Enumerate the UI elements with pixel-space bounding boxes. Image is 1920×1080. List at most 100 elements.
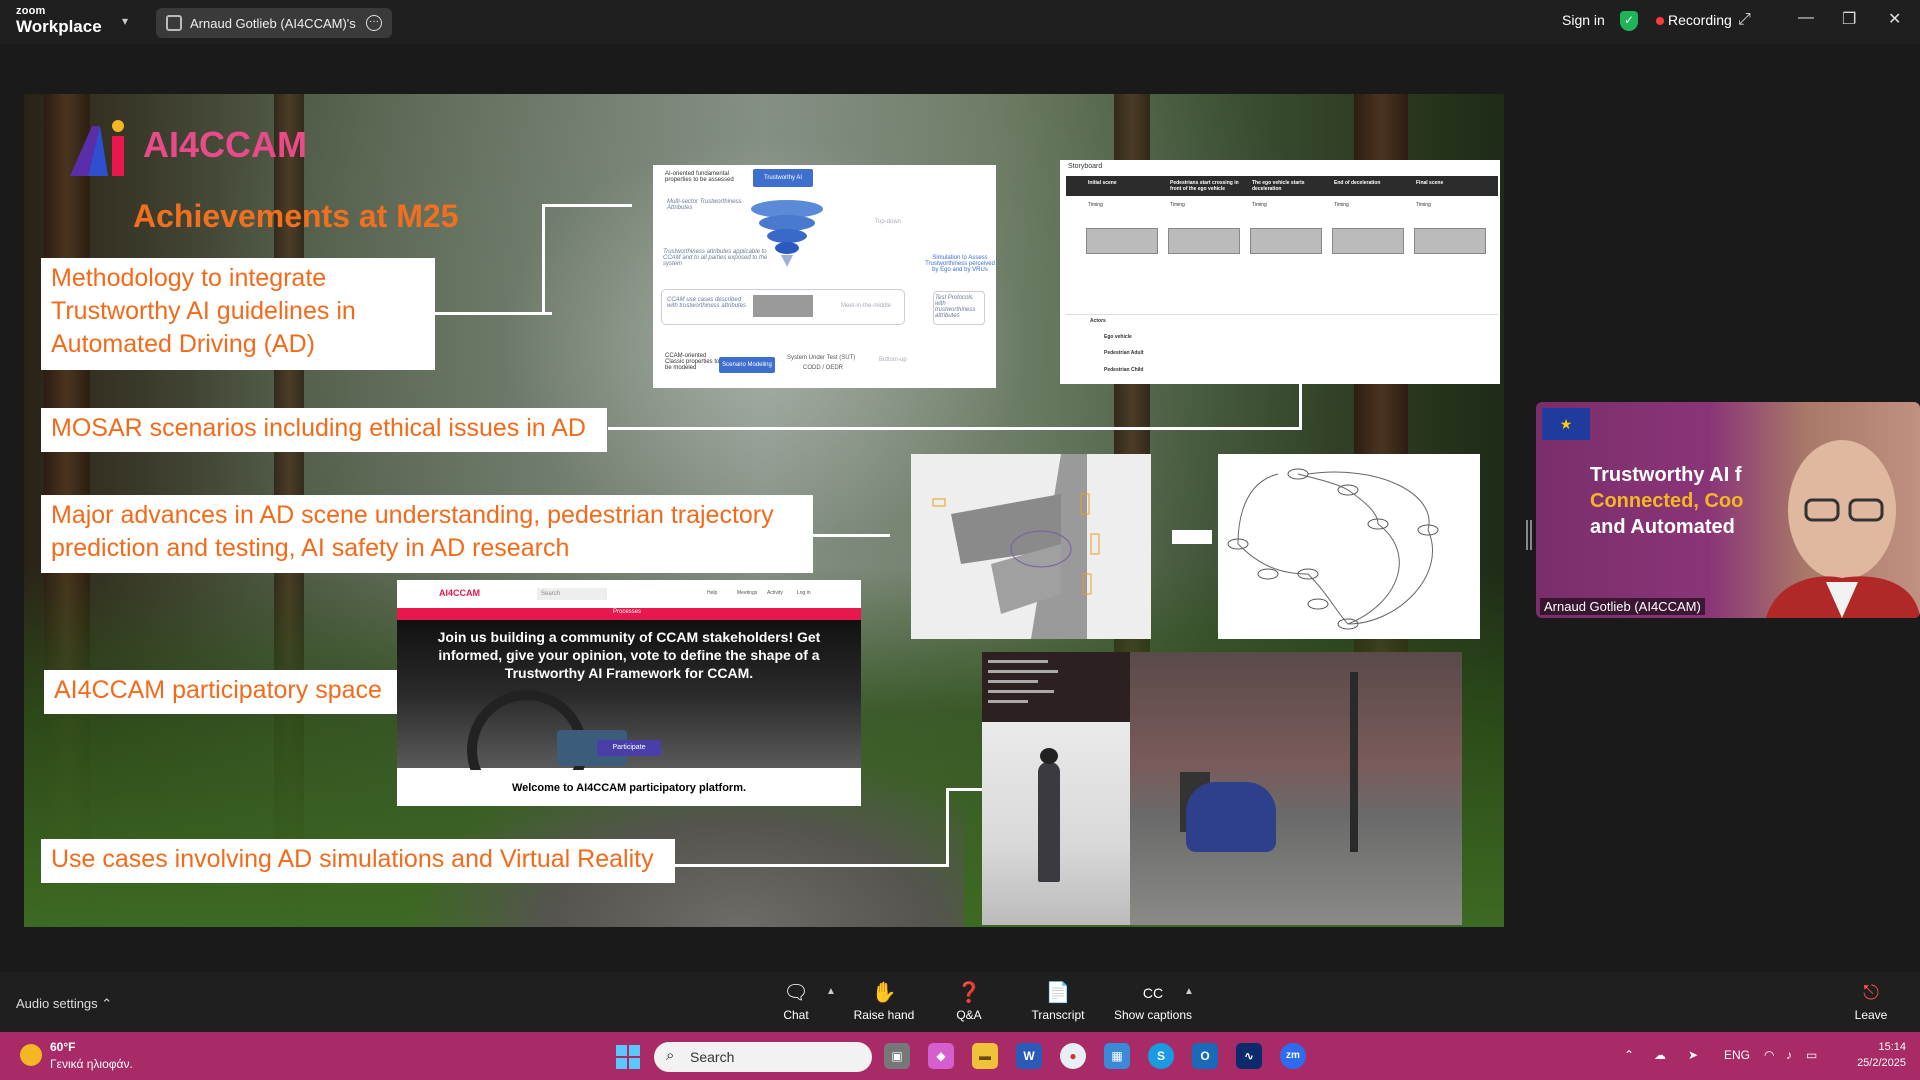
- ccam-oriented-label: CCAM-oriented Classic properties to be m…: [665, 353, 720, 371]
- sut-label: System Under Test (SUT): [787, 355, 856, 361]
- security-shield-icon[interactable]: ✓: [1620, 11, 1638, 31]
- scene-thumbnail: [1332, 228, 1404, 254]
- chrome-icon[interactable]: ●: [1060, 1043, 1086, 1069]
- scene-thumbnail: [1086, 228, 1158, 254]
- meet-middle-label: Meet-in-the-middle: [841, 303, 892, 309]
- skype-icon[interactable]: S: [1148, 1043, 1174, 1069]
- storyboard-column: Initial scene: [1088, 180, 1117, 186]
- search-icon: ⌕: [666, 1047, 675, 1064]
- language-indicator[interactable]: ENG: [1724, 1048, 1750, 1062]
- storyboard-column: Pedestrians start crossing in front of t…: [1170, 180, 1239, 192]
- actor-item: Pedestrian Adult: [1104, 350, 1144, 356]
- sut-sub-label: CODD / OEDR: [803, 365, 844, 371]
- nav-item: Activity: [767, 590, 783, 596]
- weather-temp[interactable]: 60°F: [50, 1040, 75, 1054]
- windows-taskbar: 60°F Γενικά ηλιοφάν. ⌕ Search ▣ ◆ ▬ W ● …: [0, 1032, 1920, 1080]
- sign-in-link[interactable]: Sign in: [1562, 12, 1605, 28]
- participant-video-tile[interactable]: ★ Trustworthy AI f Connected, Coo and Au…: [1536, 402, 1920, 618]
- weather-condition[interactable]: Γενικά ηλιοφάν.: [50, 1057, 133, 1071]
- restore-icon[interactable]: ❐: [1842, 9, 1856, 29]
- scene-thumbnail: [1168, 228, 1240, 254]
- cloud-icon[interactable]: ☁: [1654, 1048, 1666, 1062]
- participant-avatar: [1766, 440, 1920, 618]
- participatory-hero: Join us building a community of CCAM sta…: [397, 620, 861, 806]
- battery-icon[interactable]: ▭: [1806, 1048, 1817, 1062]
- zoom-icon[interactable]: zm: [1280, 1043, 1306, 1069]
- storyboard-column: The ego vehicle starts deceleration: [1252, 180, 1305, 192]
- participatory-box: AI4CCAM participatory space: [44, 670, 398, 714]
- connector-line: [542, 204, 545, 315]
- trustworthy-ai-definition: Trustworthy AI definition: [753, 169, 813, 199]
- title-bar: zoom Workplace ▾ Arnaud Gotlieb (AI4CCAM…: [0, 0, 1920, 44]
- slide-title: Achievements at M25: [133, 198, 459, 234]
- divider: [1066, 314, 1498, 315]
- timing-label: Timing: [1088, 202, 1103, 208]
- more-options-icon[interactable]: ···: [366, 15, 382, 31]
- participatory-hero-text: Join us building a community of CCAM sta…: [437, 629, 821, 681]
- zoom-logo: zoom Workplace: [16, 5, 102, 36]
- volume-icon[interactable]: ♪: [1786, 1048, 1792, 1062]
- lidar-scene-icon: [932, 454, 1100, 639]
- copilot-icon[interactable]: ◆: [928, 1043, 954, 1069]
- bottom-up-label: Bottom-up: [879, 357, 907, 363]
- raise-hand-button[interactable]: ✋ Raise hand: [839, 980, 929, 1022]
- hud-line: [988, 680, 1038, 683]
- chevron-up-icon[interactable]: ▲: [826, 986, 836, 997]
- fullscreen-icon[interactable]: ⤢: [1738, 11, 1751, 29]
- scene-thumbnail: [1250, 228, 1322, 254]
- use-cases-box: Use cases involving AD simulations and V…: [41, 839, 675, 883]
- participatory-nav: AI4CCAM Search Help Meetings Activity Lo…: [397, 580, 861, 608]
- logo-line-1: zoom: [16, 5, 46, 17]
- clock-time: 15:14: [1878, 1041, 1906, 1053]
- resize-handle[interactable]: [1526, 520, 1528, 550]
- video-bg-text: Trustworthy AI f Connected, Coo and Auto…: [1590, 462, 1743, 540]
- nav-item: Meetings: [737, 590, 758, 596]
- recording-indicator[interactable]: Recording: [1668, 12, 1732, 28]
- street-pole: [1350, 672, 1358, 852]
- connector-line: [432, 312, 552, 315]
- qa-button[interactable]: ❓ Q&A: [924, 980, 1014, 1022]
- weather-icon[interactable]: [20, 1044, 42, 1066]
- taskbar-search[interactable]: ⌕ Search: [654, 1042, 872, 1072]
- transcript-button[interactable]: 📄 Transcript: [1013, 980, 1103, 1022]
- word-icon[interactable]: W: [1016, 1043, 1042, 1069]
- video-bg-line: Connected, Coo: [1590, 490, 1744, 512]
- participatory-brand: AI4CCAM: [439, 588, 481, 598]
- file-explorer-icon[interactable]: ▬: [972, 1043, 998, 1069]
- leave-label: Leave: [1854, 1008, 1888, 1022]
- participatory-screenshot: AI4CCAM Search Help Meetings Activity Lo…: [397, 580, 861, 806]
- timing-label: Timing: [1252, 202, 1267, 208]
- chevron-up-icon[interactable]: ▲: [1184, 986, 1194, 997]
- location-icon[interactable]: ➤: [1688, 1048, 1698, 1062]
- use-case-thumbnail: [753, 295, 813, 317]
- outlook-icon[interactable]: O: [1192, 1043, 1218, 1069]
- audio-settings-label: Audio settings: [16, 996, 98, 1011]
- minimize-icon[interactable]: —: [1798, 9, 1814, 27]
- logo-line-2: Workplace: [16, 17, 102, 36]
- connector-line: [674, 864, 949, 867]
- task-view-icon[interactable]: ▣: [884, 1043, 910, 1069]
- wifi-icon[interactable]: ◠: [1764, 1048, 1774, 1062]
- resize-handle[interactable]: [1530, 520, 1532, 550]
- leave-button[interactable]: ⎋ Leave: [1826, 980, 1916, 1022]
- chevron-down-icon[interactable]: ▾: [122, 14, 128, 28]
- transcript-icon: 📄: [1045, 982, 1071, 1004]
- audio-app-icon[interactable]: ∿: [1236, 1043, 1262, 1069]
- simulation-vr-image: [982, 652, 1462, 925]
- clock[interactable]: 15:14 25/2/2025: [1850, 1039, 1906, 1071]
- nav-item: Help: [707, 590, 718, 596]
- mosar-box: MOSAR scenarios including ethical issues…: [41, 408, 607, 452]
- multi-sector-label: Multi-sector Trustworthiness Attributes: [667, 199, 742, 211]
- audio-settings-button[interactable]: Audio settings ⌃: [16, 996, 112, 1012]
- participate-button: Participate: [597, 740, 661, 756]
- hud-line: [988, 670, 1058, 673]
- calculator-icon[interactable]: ▦: [1104, 1043, 1130, 1069]
- shared-slide: AI4CCAM Achievements at M25 Methodology …: [24, 94, 1504, 927]
- test-protocols-label: Test Protocols with trustworthiness attr…: [935, 295, 976, 319]
- screen-share-pill[interactable]: Arnaud Gotlieb (AI4CCAM)'s scre ···: [156, 8, 392, 38]
- actor-item: Pedestrian Child: [1104, 367, 1144, 373]
- close-icon[interactable]: ✕: [1888, 9, 1901, 29]
- scene-thumbnail: [1414, 228, 1486, 254]
- start-icon[interactable]: [616, 1045, 640, 1069]
- chevron-up-icon[interactable]: ⌃: [1624, 1048, 1634, 1062]
